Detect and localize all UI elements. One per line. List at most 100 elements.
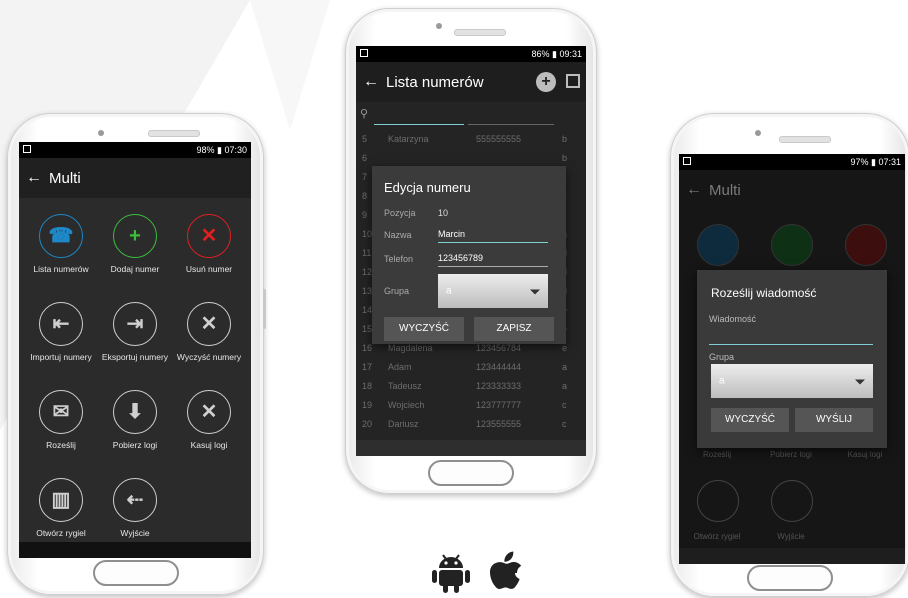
back-arrow-icon[interactable]: ←	[356, 73, 386, 91]
add-contact-icon: +	[113, 214, 157, 258]
group-label: Grupa	[709, 352, 735, 362]
edit-number-dialog: Edycja numeru Pozycja 10 Nazwa Marcin Te…	[372, 166, 566, 344]
row-index: 12	[362, 267, 373, 277]
row-number: 123444444	[476, 362, 522, 372]
bg-label-exit: Wyjście	[777, 532, 805, 541]
front-camera	[98, 130, 104, 136]
menu-item-9[interactable]: ▥ Otwórz rygiel	[25, 478, 97, 538]
menu-item-4[interactable]: ⇥ Eksportuj numery	[99, 302, 171, 362]
position-label: Pozycja	[384, 208, 416, 218]
row-name: Wojciech	[388, 400, 425, 410]
exit-icon: ⇠	[113, 478, 157, 522]
home-button[interactable]	[428, 460, 514, 486]
menu-item-7[interactable]: ⬇ Pobierz logi	[99, 390, 171, 450]
row-index: 16	[362, 343, 373, 353]
row-index: 20	[362, 419, 373, 429]
name-field-underline	[438, 242, 548, 243]
status-text: 86% ▮ 09:31	[531, 48, 583, 59]
menu-item-3[interactable]: ⇤ Importuj numery	[25, 302, 97, 362]
list-item[interactable]: 20 Dariusz 123555555 c	[356, 415, 586, 434]
menu-item-5[interactable]: ✕ Wyczyść numery	[173, 302, 245, 362]
group-value: a	[446, 285, 452, 297]
broadcast-envelope-icon: ✉	[39, 390, 83, 434]
dialog-title: Roześlij wiadomość	[711, 286, 817, 300]
menu-item-10[interactable]: ⇠ Wyjście	[99, 478, 171, 538]
list-item[interactable]: 5 Katarzyna 555555555 b	[356, 130, 586, 149]
add-icon[interactable]: +	[536, 72, 556, 92]
screen: 86% ▮ 09:31 ← Lista numerów + ⚲ 5 Katarzy…	[356, 46, 586, 456]
dim-exit-icon	[771, 480, 813, 522]
app-bar: ← Multi	[19, 158, 251, 198]
menu-item-label: Roześlij	[46, 440, 76, 450]
app-title: Multi	[49, 169, 81, 187]
row-index: 9	[362, 210, 368, 220]
name-field[interactable]: Marcin	[438, 229, 465, 239]
menu-item-0[interactable]: ☎ Lista numerów	[25, 214, 97, 274]
menu-item-1[interactable]: + Dodaj numer	[99, 214, 171, 274]
menu-item-label: Importuj numery	[30, 352, 92, 362]
send-button[interactable]: WYŚLIJ	[795, 408, 873, 432]
message-field[interactable]	[709, 328, 873, 342]
import-csv-icon: ⇤	[39, 302, 83, 346]
filter-input[interactable]	[468, 124, 554, 125]
front-camera	[755, 130, 761, 136]
app-title: Lista numerów	[386, 73, 484, 91]
bg-label-door-bolt: Otwórz rygiel	[693, 532, 741, 541]
home-button[interactable]	[747, 565, 833, 591]
dim-phonebook-icon	[697, 224, 739, 266]
phone-label: Telefon	[384, 254, 414, 264]
earpiece	[779, 136, 831, 143]
row-name: Magdalena	[388, 343, 433, 353]
row-index: 13	[362, 286, 373, 296]
search-icon[interactable]: ⚲	[360, 107, 368, 120]
broadcast-message-dialog: Roześlij wiadomość Wiadomość Grupa a WYC…	[697, 270, 887, 448]
status-text: 98% ▮ 07:30	[196, 144, 248, 155]
phonebook-icon: ☎	[39, 214, 83, 258]
apple-logo-icon	[490, 551, 522, 590]
group-label: Grupa	[384, 286, 410, 296]
row-group: a	[562, 381, 568, 391]
clear-numbers-icon: ✕	[187, 302, 231, 346]
menu-item-label: Eksportuj numery	[101, 352, 169, 362]
chevron-down-icon	[855, 379, 865, 385]
export-csv-icon: ⇥	[113, 302, 157, 346]
save-button[interactable]: ZAPISZ	[474, 317, 554, 341]
nav-bar	[679, 548, 905, 564]
home-button[interactable]	[93, 560, 179, 586]
download-log-icon: ⬇	[113, 390, 157, 434]
row-group: b	[562, 153, 568, 163]
back-arrow-icon[interactable]: ←	[679, 181, 709, 199]
menu-item-label: Usuń numer	[185, 264, 233, 274]
row-number: 555555555	[476, 134, 522, 144]
earpiece	[148, 130, 200, 137]
menu-item-8[interactable]: ✕ Kasuj logi	[173, 390, 245, 450]
save-icon[interactable]	[566, 74, 580, 88]
group-select[interactable]: a	[438, 274, 548, 308]
nav-bar	[356, 440, 586, 456]
menu-item-label: Otwórz rygiel	[36, 528, 86, 538]
group-select[interactable]: a	[711, 364, 873, 398]
earpiece	[454, 29, 506, 36]
search-row: ⚲	[356, 104, 586, 128]
menu-item-label: Wyczyść numery	[176, 352, 242, 362]
app-bar: ← Multi	[679, 170, 905, 210]
list-item[interactable]: 18 Tadeusz 123333333 a	[356, 377, 586, 396]
menu-item-2[interactable]: ✕ Usuń numer	[173, 214, 245, 274]
menu-item-label: Kasuj logi	[190, 440, 228, 450]
message-label: Wiadomość	[709, 314, 757, 324]
search-input[interactable]	[374, 124, 464, 125]
clear-button[interactable]: WYCZYŚĆ	[711, 408, 789, 432]
screen: 98% ▮ 07:30 ← Multi ☎ Lista numerów + Dodaj…	[19, 142, 251, 558]
row-index: 6	[362, 153, 368, 163]
phone-field[interactable]: 123456789	[438, 253, 483, 263]
name-label: Nazwa	[384, 230, 412, 240]
row-name: Katarzyna	[388, 134, 429, 144]
list-item[interactable]: 19 Wojciech 123777777 c	[356, 396, 586, 415]
android-logo-icon	[432, 554, 470, 593]
door-bolt-icon: ▥	[39, 478, 83, 522]
list-item[interactable]: 17 Adam 123444444 a	[356, 358, 586, 377]
clear-button[interactable]: WYCZYŚĆ	[384, 317, 464, 341]
back-arrow-icon[interactable]: ←	[19, 169, 49, 187]
phone-center: 86% ▮ 09:31 ← Lista numerów + ⚲ 5 Katarzy…	[345, 8, 597, 494]
menu-item-6[interactable]: ✉ Roześlij	[25, 390, 97, 450]
